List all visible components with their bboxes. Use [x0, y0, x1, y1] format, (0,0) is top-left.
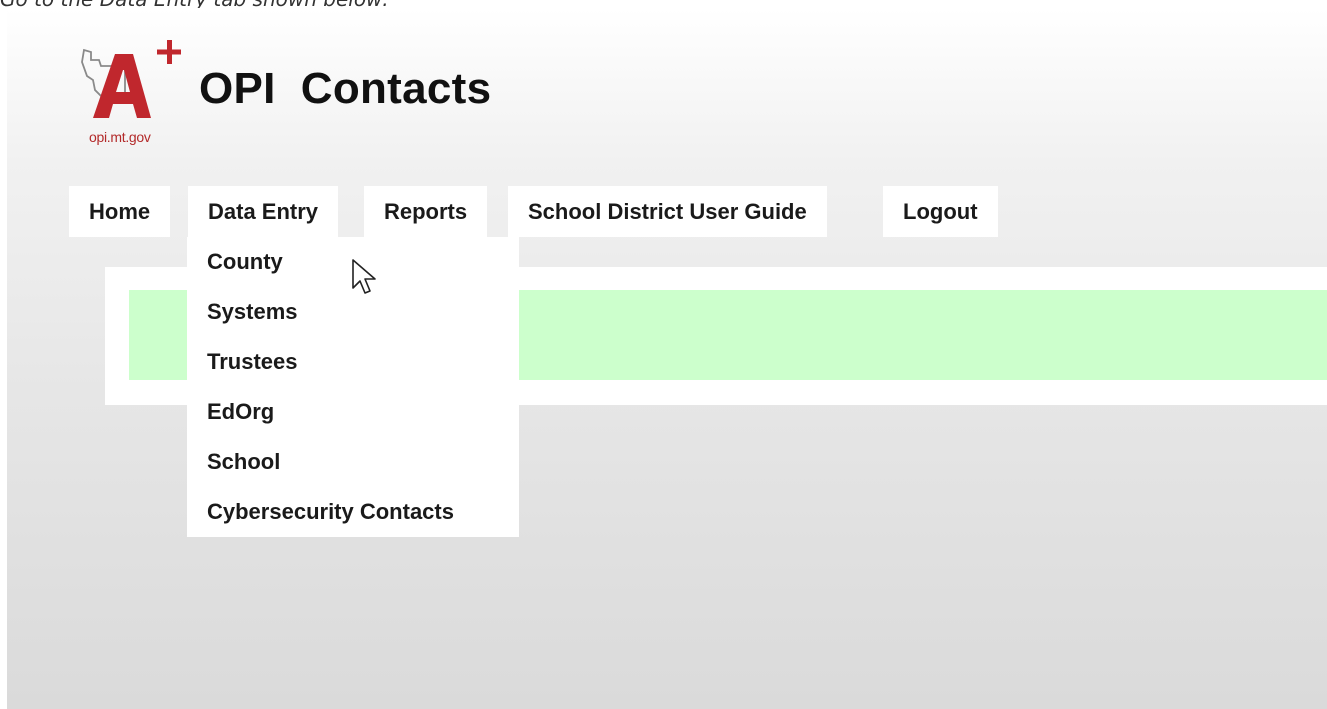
opi-logo[interactable]: opi.mt.gov: [79, 32, 189, 160]
menu-item-school[interactable]: School: [187, 437, 519, 487]
mouse-pointer-icon: [352, 259, 376, 294]
nav-data-entry[interactable]: Data Entry: [188, 186, 339, 237]
app-window: opi.mt.gov OPI Contacts Home Data Entry …: [7, 8, 1327, 709]
logo-domain-text: opi.mt.gov: [89, 129, 151, 145]
page-title: OPI Contacts: [199, 64, 492, 113]
menu-item-cybersecurity-contacts[interactable]: Cybersecurity Contacts: [187, 487, 519, 537]
menu-item-edorg[interactable]: EdOrg: [187, 387, 519, 437]
nav-school-district-user-guide[interactable]: School District User Guide: [508, 186, 827, 237]
nav-home[interactable]: Home: [69, 186, 171, 237]
montana-a-plus-icon: [81, 40, 181, 118]
nav-logout[interactable]: Logout: [883, 186, 998, 237]
nav-reports[interactable]: Reports: [364, 186, 488, 237]
menu-item-trustees[interactable]: Trustees: [187, 337, 519, 387]
